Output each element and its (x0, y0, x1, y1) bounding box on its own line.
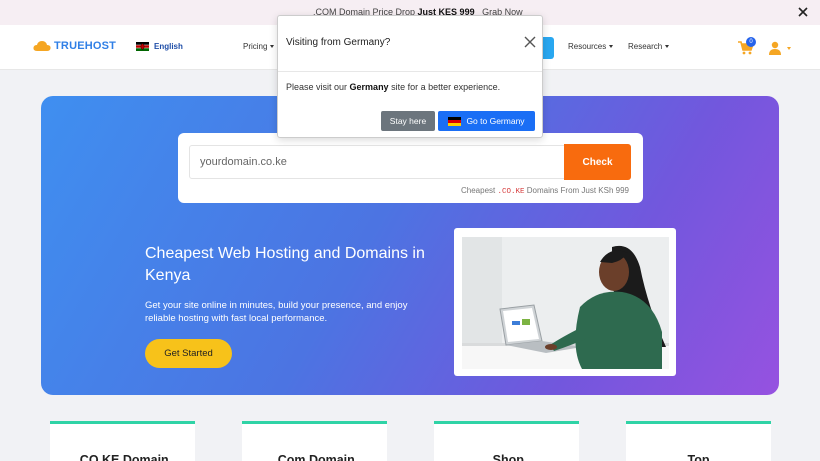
chevron-down-icon[interactable] (787, 47, 791, 50)
nav-research-label: Research (628, 42, 663, 51)
cloud-icon (33, 41, 51, 51)
card-title: Top (687, 453, 710, 461)
nav-pricing-label: Pricing (243, 42, 268, 51)
nav-resources-label: Resources (568, 42, 607, 51)
modal-body-before: Please visit our (286, 82, 348, 92)
go-to-germany-button[interactable]: Go to Germany (438, 111, 535, 131)
nav-resources[interactable]: Resources (568, 42, 614, 51)
hero-title: Cheapest Web Hosting and Domains in Keny… (145, 245, 425, 284)
chevron-down-icon (665, 45, 670, 48)
chevron-down-icon (270, 45, 275, 48)
geo-redirect-modal: Visiting from Germany? Please visit our … (277, 15, 543, 138)
stay-here-button[interactable]: Stay here (381, 111, 435, 131)
product-card[interactable]: .CO.KE Domain (50, 421, 195, 461)
modal-country: Germany (349, 82, 389, 92)
language-label: English (154, 42, 183, 51)
product-card[interactable]: .Shop (434, 421, 579, 461)
brand-logo[interactable]: TRUEHOST (33, 40, 116, 52)
domain-search-input[interactable] (189, 145, 565, 179)
modal-divider (278, 71, 542, 72)
cart-count-badge: 0 (746, 37, 756, 47)
woman-laptop-image (462, 237, 669, 369)
modal-message: Please visit our Germany site for a bett… (286, 82, 500, 92)
modal-title: Visiting from Germany? (286, 37, 391, 48)
product-card[interactable]: .Com Domain (242, 421, 387, 461)
close-icon[interactable] (797, 6, 809, 18)
check-domain-button[interactable]: Check (564, 144, 631, 180)
note-tld: .CO.KE (497, 188, 525, 196)
domain-price-note: Cheapest .CO.KE Domains From Just KSh 99… (461, 186, 629, 196)
product-card[interactable]: Top (626, 421, 771, 461)
close-icon[interactable] (524, 36, 536, 48)
hero-subtitle: Get your site online in minutes, build y… (145, 300, 408, 324)
nav-pricing[interactable]: Pricing (243, 42, 275, 51)
note-suffix: Domains From Just KSh 999 (526, 186, 629, 195)
get-started-button[interactable]: Get Started (145, 339, 232, 368)
nav-research[interactable]: Research (628, 42, 670, 51)
language-selector[interactable]: English (136, 42, 183, 51)
user-icon[interactable] (768, 41, 782, 55)
hero-image-frame (454, 228, 676, 376)
germany-flag-icon (448, 116, 462, 126)
go-to-germany-label: Go to Germany (466, 116, 525, 126)
domain-search-card: Check Cheapest .CO.KE Domains From Just … (178, 133, 643, 203)
hero-banner: Check Cheapest .CO.KE Domains From Just … (41, 96, 779, 395)
card-title: .CO.KE Domain (76, 453, 169, 461)
chevron-down-icon (609, 45, 614, 48)
card-title: .Com Domain (274, 453, 355, 461)
brand-name: TRUEHOST (54, 40, 117, 52)
card-title: .Shop (489, 453, 524, 461)
kenya-flag-icon (136, 42, 149, 51)
modal-body-after: site for a better experience. (391, 82, 501, 92)
note-prefix: Cheapest (461, 186, 496, 195)
